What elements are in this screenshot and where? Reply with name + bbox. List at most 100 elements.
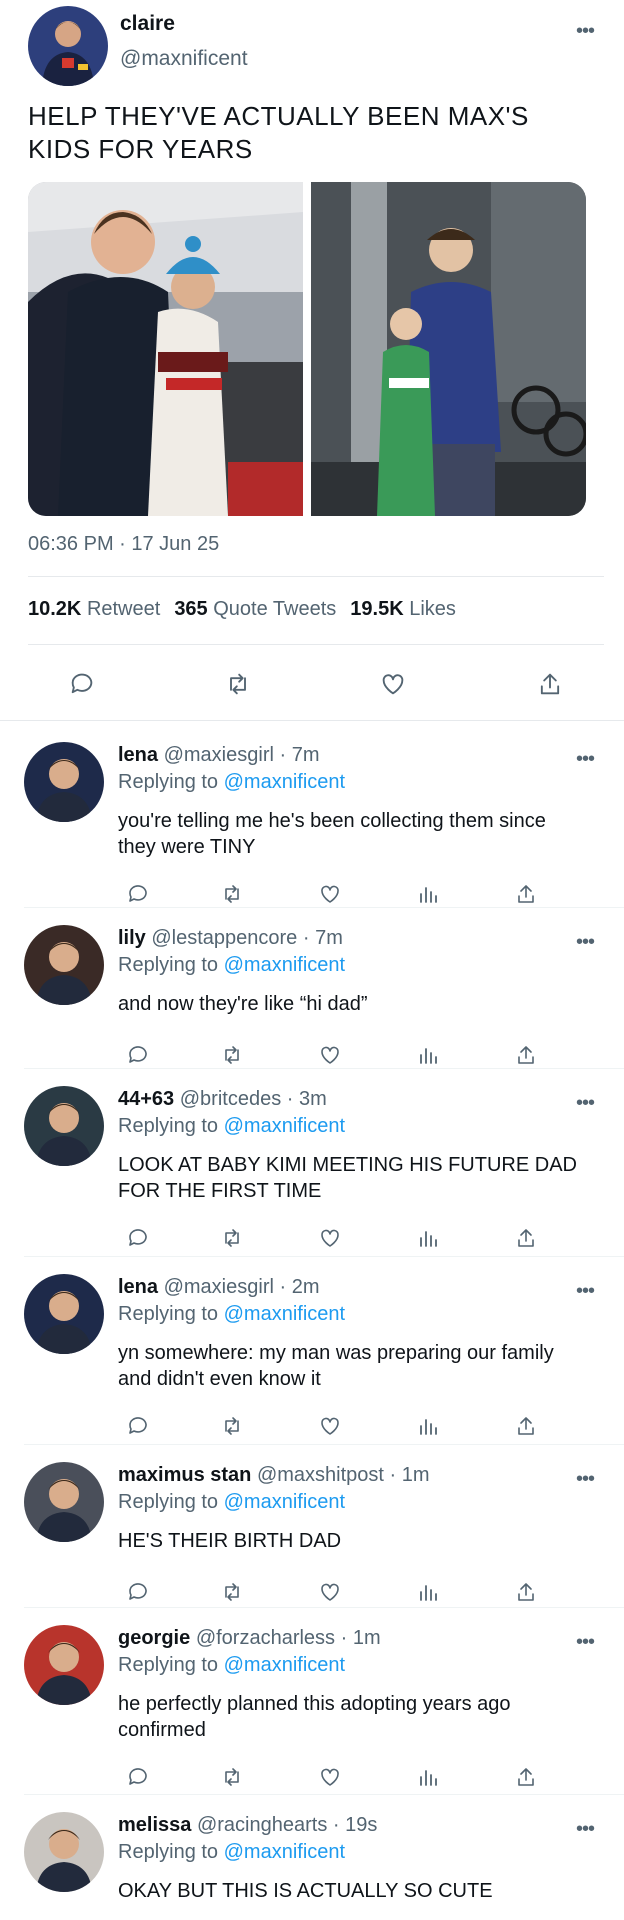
share-button[interactable] xyxy=(506,1035,546,1075)
reply-time[interactable]: · 1m xyxy=(341,1627,381,1649)
reply-tweet[interactable]: lily @lestappencore · 7m ••• Replying to @… xyxy=(0,925,624,1085)
tweet-media[interactable] xyxy=(28,182,586,516)
reply-button[interactable] xyxy=(118,1572,158,1612)
retweet-button[interactable] xyxy=(212,874,252,914)
reply-author-handle[interactable]: @lestappencore xyxy=(151,927,297,949)
reply-button[interactable] xyxy=(118,1218,158,1258)
more-options-icon[interactable]: ••• xyxy=(576,749,595,769)
like-button[interactable] xyxy=(310,1572,350,1612)
views-button[interactable] xyxy=(408,1757,448,1797)
more-options-icon[interactable]: ••• xyxy=(576,1632,595,1652)
replying-to-mention[interactable]: @maxnificent xyxy=(224,1491,345,1513)
replying-to-mention[interactable]: @maxnificent xyxy=(224,954,345,976)
retweet-button[interactable] xyxy=(212,1406,252,1446)
reply-author-name[interactable]: georgie xyxy=(118,1627,190,1649)
share-button[interactable] xyxy=(530,664,570,704)
author-name[interactable]: claire xyxy=(120,12,175,36)
reply-time[interactable]: · 7m xyxy=(303,927,343,949)
share-button[interactable] xyxy=(506,1218,546,1258)
more-options-icon[interactable]: ••• xyxy=(576,1819,595,1839)
reply-author-handle[interactable]: @maxiesgirl xyxy=(164,744,274,766)
reply-tweet[interactable]: georgie @forzacharless · 1m ••• Replying t… xyxy=(0,1625,624,1795)
views-button[interactable] xyxy=(408,1035,448,1075)
replying-to-mention[interactable]: @maxnificent xyxy=(224,1115,345,1137)
reply-avatar[interactable] xyxy=(24,925,104,1005)
like-icon xyxy=(321,1583,339,1601)
reply-author-handle[interactable]: @maxiesgirl xyxy=(164,1276,274,1298)
like-button[interactable] xyxy=(310,1035,350,1075)
share-button[interactable] xyxy=(506,1757,546,1797)
reply-button[interactable] xyxy=(118,1035,158,1075)
reply-tweet[interactable]: lena @maxiesgirl · 2m ••• Replying to @max… xyxy=(0,1274,624,1445)
reply-avatar[interactable] xyxy=(24,1812,104,1892)
reply-author-name[interactable]: lena xyxy=(118,1276,158,1298)
more-options-icon[interactable]: ••• xyxy=(576,1281,595,1301)
views-button[interactable] xyxy=(408,1406,448,1446)
reply-avatar[interactable] xyxy=(24,1625,104,1705)
reply-icon xyxy=(129,1046,147,1063)
replying-to-mention[interactable]: @maxnificent xyxy=(224,1654,345,1676)
reply-avatar[interactable] xyxy=(24,1462,104,1542)
reply-tweet[interactable]: melissa @racinghearts · 19s ••• Replying t… xyxy=(0,1812,624,1920)
views-button[interactable] xyxy=(408,1218,448,1258)
replying-to-mention[interactable]: @maxnificent xyxy=(224,1303,345,1325)
reply-author-handle[interactable]: @racinghearts xyxy=(197,1814,327,1836)
reply-button[interactable] xyxy=(118,874,158,914)
retweet-button[interactable] xyxy=(212,1035,252,1075)
reply-tweet[interactable]: maximus stan @maxshitpost · 1m ••• Replyin… xyxy=(0,1462,624,1622)
like-button[interactable] xyxy=(310,1757,350,1797)
share-button[interactable] xyxy=(506,874,546,914)
reply-time[interactable]: · 3m xyxy=(287,1088,327,1110)
share-button[interactable] xyxy=(506,1406,546,1446)
reply-author-handle[interactable]: @maxshitpost xyxy=(257,1464,384,1486)
reply-time[interactable]: · 19s xyxy=(333,1814,377,1836)
replying-to-mention[interactable]: @maxnificent xyxy=(224,771,345,793)
reply-author-handle[interactable]: @britcedes xyxy=(180,1088,281,1110)
reply-author-handle[interactable]: @forzacharless xyxy=(196,1627,335,1649)
quotes-stat[interactable]: 365 Quote Tweets xyxy=(174,598,336,620)
reply-button[interactable] xyxy=(62,664,102,704)
reply-button[interactable] xyxy=(118,1406,158,1446)
views-icon xyxy=(420,1770,437,1786)
reply-avatar[interactable] xyxy=(24,1086,104,1166)
photo-karting-paddock[interactable] xyxy=(28,182,303,516)
retweet-button[interactable] xyxy=(212,1572,252,1612)
reply-author-name[interactable]: lily xyxy=(118,927,146,949)
views-button[interactable] xyxy=(408,874,448,914)
likes-stat[interactable]: 19.5K Likes xyxy=(350,598,456,620)
reply-author-name[interactable]: lena xyxy=(118,744,158,766)
reply-author-name[interactable]: maximus stan xyxy=(118,1464,251,1486)
share-icon xyxy=(518,1768,534,1786)
reply-button[interactable] xyxy=(118,1757,158,1797)
retweet-button[interactable] xyxy=(212,1757,252,1797)
like-button[interactable] xyxy=(310,1406,350,1446)
reply-avatar[interactable] xyxy=(24,742,104,822)
replying-to: Replying to @maxnificent xyxy=(118,1303,345,1326)
reply-tweet[interactable]: 44+63 @britcedes · 3m ••• Replying to @max… xyxy=(0,1086,624,1257)
reply-time[interactable]: · 2m xyxy=(279,1276,319,1298)
reply-time[interactable]: · 7m xyxy=(279,744,319,766)
more-options-icon[interactable]: ••• xyxy=(576,21,595,41)
views-button[interactable] xyxy=(408,1572,448,1612)
replying-to-mention[interactable]: @maxnificent xyxy=(224,1841,345,1863)
photo-garage-kid[interactable] xyxy=(311,182,586,516)
reply-author-name[interactable]: 44+63 xyxy=(118,1088,174,1110)
more-options-icon[interactable]: ••• xyxy=(576,1093,595,1113)
like-button[interactable] xyxy=(373,664,413,704)
reply-avatar[interactable] xyxy=(24,1274,104,1354)
reply-tweet[interactable]: lena @maxiesgirl · 7m ••• Replying to @max… xyxy=(0,742,624,908)
more-options-icon[interactable]: ••• xyxy=(576,932,595,952)
author-avatar[interactable] xyxy=(28,6,108,86)
more-options-icon[interactable]: ••• xyxy=(576,1469,595,1489)
retweet-icon xyxy=(225,1583,239,1601)
share-button[interactable] xyxy=(506,1572,546,1612)
reply-time[interactable]: · 1m xyxy=(390,1464,430,1486)
retweet-button[interactable] xyxy=(212,1218,252,1258)
like-button[interactable] xyxy=(310,1218,350,1258)
retweet-button[interactable] xyxy=(218,664,258,704)
tweet-timestamp[interactable]: 06:36 PM · 17 Jun 25 xyxy=(28,533,219,556)
reply-author-name[interactable]: melissa xyxy=(118,1814,191,1836)
like-button[interactable] xyxy=(310,874,350,914)
author-handle[interactable]: @maxnificent xyxy=(120,47,248,71)
retweets-stat[interactable]: 10.2K Retweet xyxy=(28,598,160,620)
